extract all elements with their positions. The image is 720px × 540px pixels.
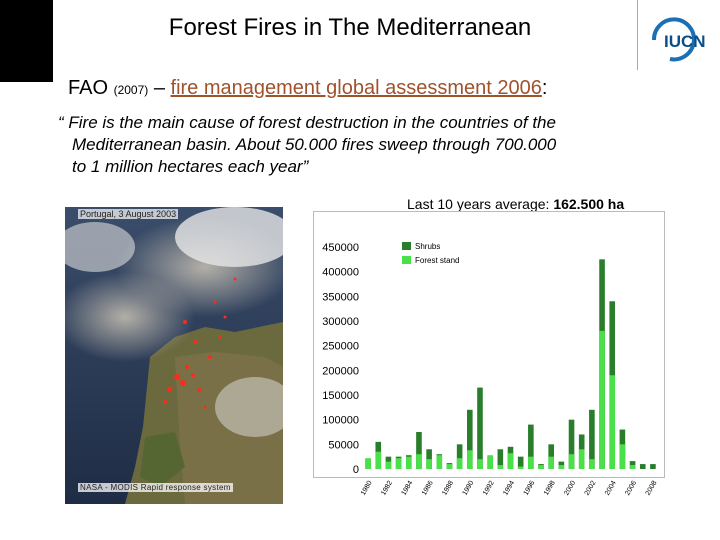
bar-forest-stand (416, 454, 422, 469)
x-tick-label: 1998 (543, 480, 557, 497)
x-tick-label: 1988 (441, 480, 455, 497)
fao-assessment-link[interactable]: fire management global assessment 2006 (171, 77, 542, 99)
bar-forest-stand (365, 458, 371, 469)
fao-label: FAO (68, 77, 109, 99)
y-tick-label: 350000 (322, 291, 359, 303)
y-tick-label: 200000 (322, 365, 359, 377)
x-tick-label: 2008 (645, 480, 659, 497)
quote-line-3: to 1 million hectares each year” (72, 157, 309, 176)
average-label: Last 10 years average: 162.500 ha (407, 196, 624, 212)
photo-caption-bottom: NASA - MODIS Rapid response system (78, 483, 233, 492)
legend-label-shrubs: Shrubs (415, 242, 440, 251)
fao-colon: : (541, 77, 548, 99)
bar-forest-stand (467, 450, 473, 469)
photo-caption-top: Portugal, 3 August 2003 (78, 209, 179, 219)
black-corner-bar (0, 0, 53, 82)
quote-line-1: “ Fire is the main cause of forest destr… (58, 113, 556, 132)
bar-forest-stand (385, 461, 392, 469)
bar-forest-stand (558, 465, 565, 469)
bar-forest-stand (629, 465, 636, 469)
bar-forest-stand (507, 453, 514, 469)
bar-forest-stand (426, 459, 432, 469)
x-tick-label: 1990 (462, 480, 476, 497)
x-tick-label: 2004 (604, 480, 618, 497)
fao-quote: “ Fire is the main cause of forest destr… (58, 112, 678, 178)
bar-forest-stand (487, 455, 493, 469)
bar-forest-stand (619, 444, 626, 469)
bar-forest-stand (497, 465, 504, 469)
average-value: 162.500 ha (553, 196, 625, 212)
bar-forest-stand (446, 464, 453, 469)
fao-dash: – (153, 77, 165, 99)
bar-forest-stand (436, 455, 443, 469)
satellite-image (65, 207, 283, 504)
bar-forest-stand (405, 456, 412, 469)
x-tick-label: 2002 (584, 480, 598, 497)
x-tick-label: 1984 (401, 480, 415, 497)
header-divider (637, 0, 638, 70)
slide-title: Forest Fires in The Mediterranean (168, 14, 532, 41)
bar-forest-stand (589, 459, 595, 469)
fao-source-line: FAO (2007) – fire management global asse… (68, 77, 547, 100)
bar-forest-stand (599, 330, 605, 469)
x-tick-label: 1982 (380, 480, 394, 497)
y-tick-label: 0 (353, 464, 359, 476)
legend-label-forest-stand: Forest stand (415, 256, 459, 265)
bar-forest-stand (517, 466, 524, 469)
bar-forest-stand (528, 456, 534, 469)
burned-area-chart: 0 50000 100000 150000 200000 250000 300000 3500… (322, 242, 659, 497)
legend-swatch-shrubs (402, 242, 411, 250)
fao-year: (2007) (113, 83, 149, 97)
x-tick-label: 1992 (482, 480, 496, 497)
y-tick-label: 100000 (322, 415, 359, 427)
bar-forest-stand (548, 456, 554, 469)
iucn-logo: IUCN (651, 17, 706, 62)
bar-forest-stand (456, 458, 463, 469)
svg-text:IUCN: IUCN (664, 32, 706, 51)
y-tick-label: 450000 (322, 242, 359, 254)
bar-shrubs (639, 464, 646, 469)
x-tick-label: 2006 (624, 480, 638, 497)
average-text: Last 10 years average: (407, 196, 550, 212)
y-tick-label: 300000 (322, 316, 359, 328)
bar-forest-stand (568, 454, 575, 469)
y-tick-label: 150000 (322, 390, 359, 402)
x-tick-label: 1986 (421, 480, 435, 497)
y-tick-label: 50000 (328, 439, 359, 451)
bar-shrubs (650, 464, 656, 469)
x-tick-label: 1996 (523, 480, 537, 497)
bar-forest-stand (538, 465, 544, 469)
bar-shrubs (477, 387, 483, 469)
x-tick-label: 1994 (502, 480, 516, 497)
bar-forest-stand (395, 458, 402, 469)
bar-forest-stand (477, 459, 483, 469)
x-tick-label: 1980 (360, 480, 374, 497)
legend-swatch-forest-stand (402, 256, 411, 264)
bar-forest-stand (578, 449, 585, 469)
bar-forest-stand (375, 451, 382, 469)
bar-forest-stand (609, 375, 616, 469)
y-tick-label: 400000 (322, 267, 359, 279)
x-tick-label: 2000 (563, 480, 577, 497)
quote-line-2: Mediterranean basin. About 50.000 fires … (72, 135, 557, 154)
y-tick-label: 250000 (322, 341, 359, 353)
